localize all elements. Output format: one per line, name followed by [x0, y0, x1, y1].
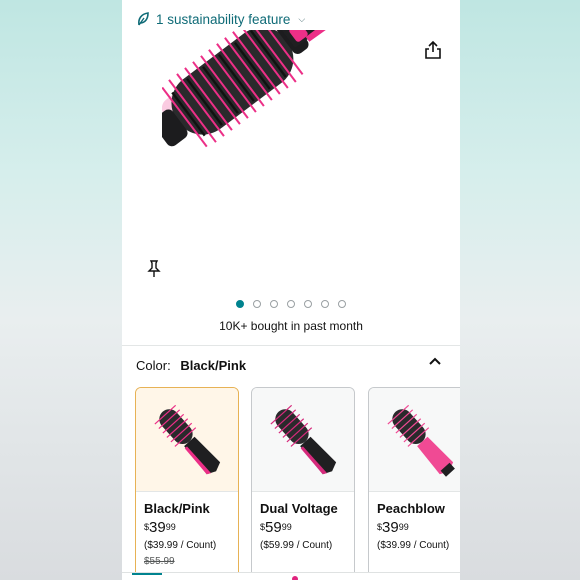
- color-value: Black/Pink: [180, 358, 247, 373]
- bottom-nav-bar: [122, 572, 460, 580]
- product-page: 1 sustainability feature ⌵ 10K+ bought i…: [122, 0, 460, 580]
- chevron-up-icon[interactable]: [428, 355, 442, 367]
- variant-price: $ 39 99: [377, 519, 409, 536]
- color-label: Color:: [136, 358, 171, 373]
- carousel-dot[interactable]: [304, 300, 312, 308]
- image-carousel-dots[interactable]: [122, 300, 460, 308]
- carousel-dot[interactable]: [270, 300, 278, 308]
- carousel-dot[interactable]: [236, 300, 244, 308]
- variant-price: $ 39 99: [144, 519, 176, 536]
- home-tab-indicator[interactable]: [132, 573, 162, 575]
- bought-count: 10K+ bought in past month: [219, 319, 363, 333]
- variant-image: [369, 388, 460, 492]
- variant-name: Dual Voltage: [260, 501, 338, 516]
- carousel-dot[interactable]: [321, 300, 329, 308]
- chevron-down-icon: ⌵: [298, 13, 306, 24]
- divider: [122, 345, 460, 346]
- variant-image: [136, 388, 238, 492]
- cart-indicator-icon[interactable]: [292, 576, 298, 580]
- share-icon[interactable]: [424, 40, 442, 60]
- sustainability-link[interactable]: 1 sustainability feature ⌵: [136, 9, 305, 29]
- variant-image: [252, 388, 354, 492]
- carousel-dot[interactable]: [338, 300, 346, 308]
- variant-card-peachblow[interactable]: Peachblow $ 39 99 ($39.99 / Count): [368, 387, 460, 580]
- variant-unit-price: ($39.99 / Count): [144, 540, 217, 551]
- variant-card-dual-voltage[interactable]: Dual Voltage $ 59 99 ($59.99 / Count): [251, 387, 355, 580]
- color-selector-header: Color: Black/Pink: [136, 358, 246, 373]
- leaf-icon: [138, 12, 149, 26]
- variant-unit-price: ($39.99 / Count): [377, 540, 450, 551]
- variant-card-black-pink[interactable]: Black/Pink $ 39 99 ($39.99 / Count) $55.…: [135, 387, 239, 580]
- variant-was-price: $55.99: [144, 556, 175, 567]
- sustainability-label: 1 sustainability feature: [156, 11, 291, 27]
- carousel-dot[interactable]: [253, 300, 261, 308]
- variant-unit-price: ($59.99 / Count): [260, 540, 333, 551]
- variant-name: Peachblow: [377, 501, 445, 516]
- variant-list: Black/Pink $ 39 99 ($39.99 / Count) $55.…: [135, 387, 460, 580]
- carousel-dot[interactable]: [287, 300, 295, 308]
- variant-name: Black/Pink: [144, 501, 210, 516]
- pin-icon[interactable]: [146, 260, 162, 278]
- variant-price: $ 59 99: [260, 519, 292, 536]
- product-image[interactable]: [162, 30, 422, 290]
